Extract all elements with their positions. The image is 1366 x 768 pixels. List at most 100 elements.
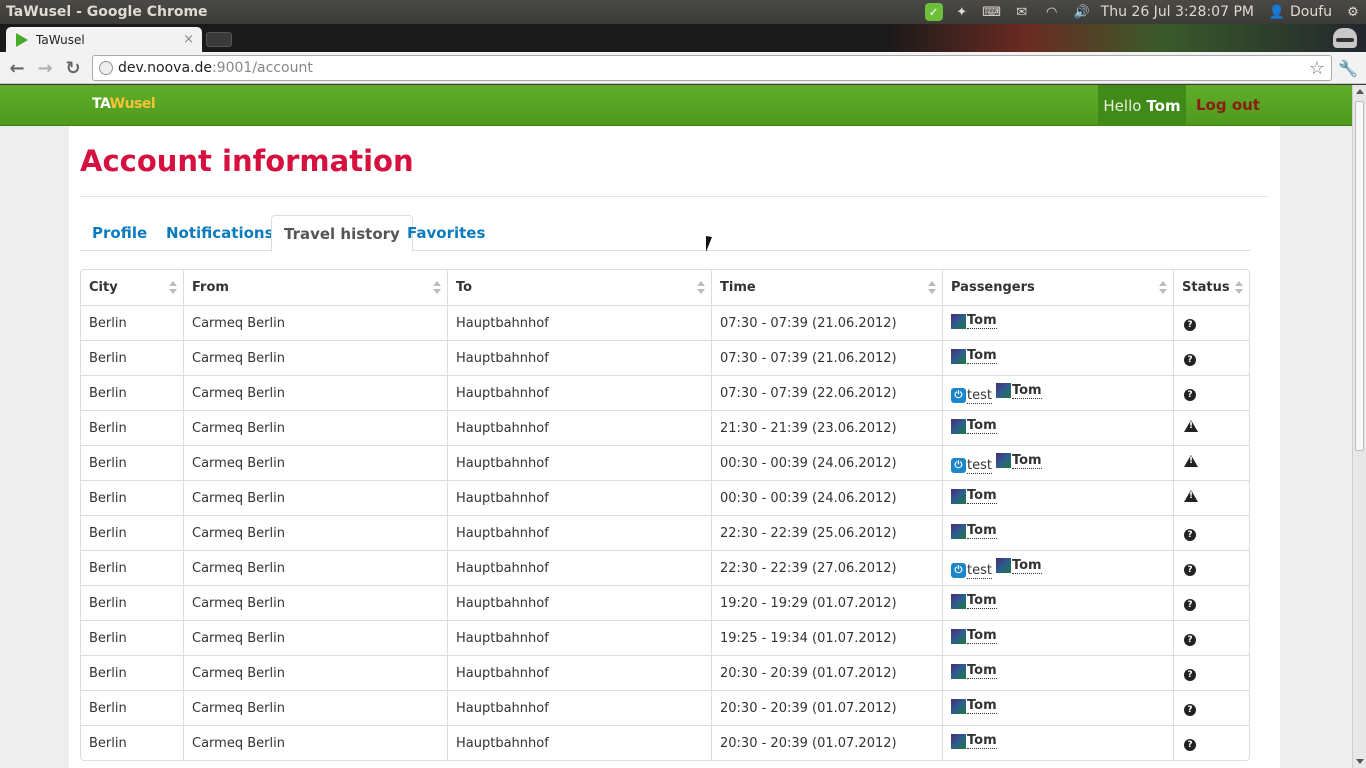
table-row: Berlin Carmeq Berlin Hauptbahnhof 07:30 - 0… bbox=[81, 375, 1249, 410]
passenger-tom[interactable]: Tom bbox=[951, 418, 997, 435]
clock[interactable]: Thu 26 Jul 3:28:07 PM bbox=[1101, 4, 1254, 20]
passenger-tom[interactable]: Tom bbox=[995, 383, 1042, 399]
page-scrollbar[interactable] bbox=[1352, 85, 1366, 768]
passenger-test[interactable]: ⏻ test bbox=[951, 388, 992, 404]
cell-from: Carmeq Berlin bbox=[183, 725, 447, 760]
wrench-menu-icon[interactable]: 🔧 bbox=[1336, 56, 1360, 80]
photo-avatar-icon bbox=[995, 453, 1011, 468]
passenger-name: test bbox=[967, 457, 992, 474]
cell-from: Carmeq Berlin bbox=[183, 445, 447, 480]
new-tab-button[interactable] bbox=[206, 32, 232, 47]
cell-from: Carmeq Berlin bbox=[183, 690, 447, 725]
wifi-icon[interactable]: ◠ bbox=[1041, 0, 1063, 24]
tab-notifications[interactable]: Notifications bbox=[154, 215, 286, 251]
bookmark-star-icon[interactable]: ☆ bbox=[1309, 58, 1325, 79]
photo-avatar-icon bbox=[951, 313, 966, 329]
cell-from: Carmeq Berlin bbox=[183, 480, 447, 515]
back-button[interactable]: ← bbox=[6, 57, 28, 79]
passenger-test[interactable]: ⏻ test bbox=[951, 563, 992, 579]
passenger-tom[interactable]: Tom bbox=[951, 348, 997, 365]
power-gear-icon[interactable]: ⚙ bbox=[1342, 0, 1364, 24]
column-header-from[interactable]: From bbox=[183, 270, 447, 305]
username[interactable]: Doufu bbox=[1290, 4, 1332, 20]
cell-city: Berlin bbox=[81, 725, 183, 760]
cell-status: ? bbox=[1173, 620, 1249, 655]
user-greeting[interactable]: Hello Tom bbox=[1098, 85, 1186, 126]
warning-icon bbox=[1184, 490, 1198, 502]
cell-from: Carmeq Berlin bbox=[183, 305, 447, 340]
passenger-tom[interactable]: Tom bbox=[951, 628, 997, 645]
ok-check-icon[interactable]: ✓ bbox=[924, 3, 943, 21]
cell-passengers: Tom bbox=[942, 480, 1173, 515]
passenger-tom[interactable]: Tom bbox=[951, 488, 997, 505]
page-title: Account information bbox=[80, 144, 414, 178]
question-icon: ? bbox=[1184, 318, 1196, 331]
cell-status: ? bbox=[1173, 550, 1249, 585]
tab-favorites[interactable]: Favorites bbox=[395, 215, 497, 251]
passenger-name: Tom bbox=[967, 733, 997, 750]
cell-time: 22:30 - 22:39 (25.06.2012) bbox=[711, 515, 942, 550]
cell-to: Hauptbahnhof bbox=[447, 550, 711, 585]
mouse-cursor bbox=[706, 235, 718, 255]
passenger-tom[interactable]: Tom bbox=[951, 523, 997, 540]
cell-status: ? bbox=[1173, 305, 1249, 340]
tab-title: TaWusel bbox=[36, 32, 85, 47]
passenger-tom[interactable]: Tom bbox=[951, 698, 997, 715]
keyboard-icon[interactable]: ⌨ bbox=[981, 0, 1003, 24]
cell-from: Carmeq Berlin bbox=[183, 585, 447, 620]
scroll-down-icon[interactable] bbox=[1356, 759, 1364, 764]
cell-to: Hauptbahnhof bbox=[447, 480, 711, 515]
table-row: Berlin Carmeq Berlin Hauptbahnhof 07:30 - 0… bbox=[81, 305, 1249, 340]
cell-time: 20:30 - 20:39 (01.07.2012) bbox=[711, 655, 942, 690]
tab-profile[interactable]: Profile bbox=[80, 215, 159, 251]
passenger-name: Tom bbox=[1011, 452, 1042, 469]
scroll-thumb[interactable] bbox=[1355, 101, 1364, 451]
passenger-tom[interactable]: Tom bbox=[951, 593, 997, 610]
user-icon[interactable]: 👤 bbox=[1266, 0, 1288, 24]
cell-to: Hauptbahnhof bbox=[447, 620, 711, 655]
tab-close-icon[interactable]: × bbox=[183, 32, 194, 47]
column-header-passengers[interactable]: Passengers bbox=[942, 270, 1173, 305]
column-header-status[interactable]: Status bbox=[1173, 270, 1249, 305]
reload-button[interactable]: ↻ bbox=[62, 57, 84, 79]
url-host: dev.noova.de bbox=[118, 60, 212, 76]
column-header-to[interactable]: To bbox=[447, 270, 711, 305]
passenger-name: Tom bbox=[1011, 557, 1042, 574]
volume-icon[interactable]: 🔊 bbox=[1071, 0, 1093, 24]
scroll-up-icon[interactable] bbox=[1356, 89, 1364, 94]
column-header-city[interactable]: City bbox=[81, 270, 183, 305]
passenger-tom[interactable]: Tom bbox=[951, 733, 997, 750]
passenger-name: test bbox=[967, 387, 992, 404]
cell-time: 21:30 - 21:39 (23.06.2012) bbox=[711, 410, 942, 445]
passenger-tom[interactable]: Tom bbox=[951, 313, 997, 330]
cell-passengers: Tom bbox=[942, 305, 1173, 340]
table-row: Berlin Carmeq Berlin Hauptbahnhof 21:30 - 2… bbox=[81, 410, 1249, 445]
photo-avatar-icon bbox=[995, 383, 1011, 398]
passenger-test[interactable]: ⏻ test bbox=[951, 458, 992, 474]
passenger-name: Tom bbox=[967, 663, 997, 680]
tab-travel-history[interactable]: Travel history bbox=[271, 215, 413, 252]
cell-city: Berlin bbox=[81, 445, 183, 480]
cell-from: Carmeq Berlin bbox=[183, 375, 447, 410]
cell-city: Berlin bbox=[81, 655, 183, 690]
passenger-tom[interactable]: Tom bbox=[951, 663, 997, 680]
travel-history-table: City From To Time Passengers Status Berl… bbox=[80, 269, 1250, 761]
passenger-tom[interactable]: Tom bbox=[995, 452, 1042, 469]
column-header-time[interactable]: Time bbox=[711, 270, 942, 305]
power-avatar-icon: ⏻ bbox=[951, 563, 966, 578]
forward-button[interactable]: → bbox=[34, 57, 56, 79]
passenger-tom[interactable]: Tom bbox=[995, 557, 1042, 574]
logout-link[interactable]: Log out bbox=[1196, 96, 1260, 114]
browser-tab[interactable]: TaWusel × bbox=[6, 27, 202, 52]
address-bar[interactable]: dev.noova.de:9001/account ☆ bbox=[92, 55, 1332, 81]
mail-icon[interactable]: ✉ bbox=[1011, 0, 1033, 24]
cell-from: Carmeq Berlin bbox=[183, 515, 447, 550]
browser-toolbar: ← → ↻ dev.noova.de:9001/account ☆ 🔧 bbox=[0, 52, 1366, 84]
table-row: Berlin Carmeq Berlin Hauptbahnhof 22:30 - 2… bbox=[81, 515, 1249, 550]
cell-time: 07:30 - 07:39 (22.06.2012) bbox=[711, 375, 942, 410]
question-icon: ? bbox=[1184, 668, 1196, 681]
title-divider bbox=[80, 196, 1269, 197]
cell-to: Hauptbahnhof bbox=[447, 340, 711, 375]
brand-logo[interactable]: TAWusel bbox=[92, 96, 156, 112]
dropbox-icon[interactable]: ✦ bbox=[951, 0, 973, 24]
